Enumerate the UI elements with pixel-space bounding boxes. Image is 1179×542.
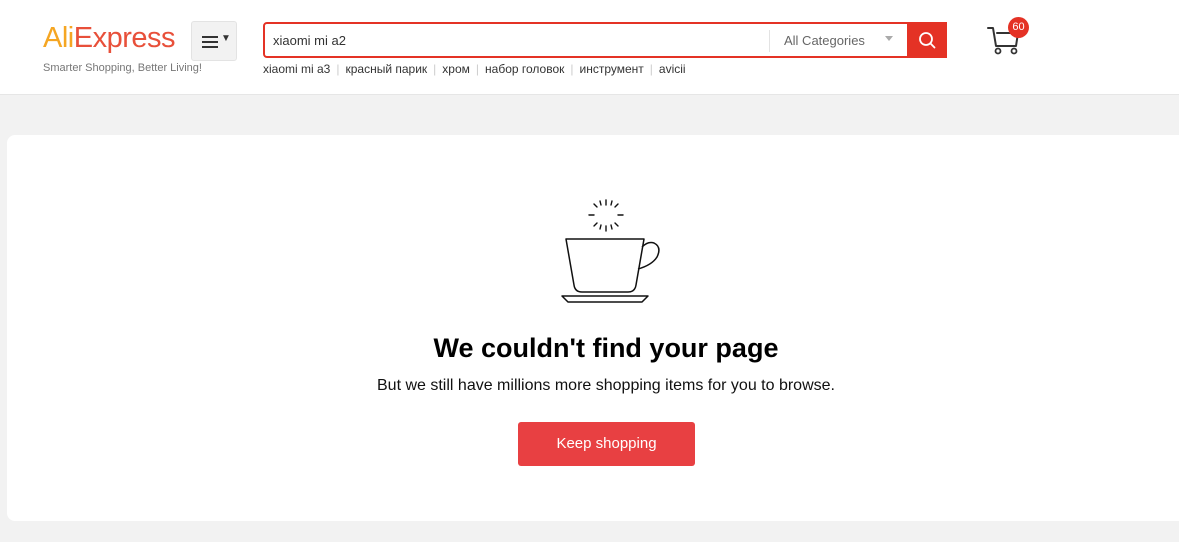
category-menu-button[interactable]: ▼ — [191, 21, 237, 61]
search-input[interactable] — [273, 24, 763, 56]
logo-text-ali: Ali — [43, 22, 74, 54]
caret-down-icon: ▼ — [221, 33, 231, 44]
coffee-cup-icon — [561, 199, 660, 303]
search-icon — [919, 32, 936, 49]
suggestion-link[interactable]: инструмент — [580, 62, 644, 76]
search-category-select[interactable]: All Categories — [769, 30, 905, 52]
suggestion-link[interactable]: xiaomi mi a3 — [263, 62, 330, 76]
hamburger-menu-icon — [202, 36, 218, 48]
search-suggestions: xiaomi mi a3 | красный парик | хром | набор го… — [263, 62, 686, 76]
error-subtitle: But we still have millions more shopping… — [377, 377, 835, 394]
suggestion-link[interactable]: красный парик — [345, 62, 427, 76]
logo-text-express: Express — [73, 22, 176, 54]
search-button[interactable] — [907, 22, 947, 58]
caret-down-icon — [885, 36, 893, 41]
suggestion-link[interactable]: набор головок — [485, 62, 564, 76]
suggestion-link[interactable]: хром — [442, 62, 470, 76]
error-title: We couldn't find your page — [433, 333, 779, 363]
site-header: AliExpress Smarter Shopping, Better Livi… — [0, 0, 1179, 95]
search-category-label: All Categories — [784, 33, 865, 48]
aliexpress-logo[interactable]: AliExpress — [43, 18, 191, 58]
suggestion-link[interactable]: avicii — [659, 62, 686, 76]
cart-count-badge: 60 — [1008, 17, 1029, 38]
keep-shopping-button[interactable]: Keep shopping — [518, 422, 695, 466]
logo-tagline: Smarter Shopping, Better Living! — [43, 62, 202, 74]
search-bar: All Categories — [263, 22, 947, 58]
